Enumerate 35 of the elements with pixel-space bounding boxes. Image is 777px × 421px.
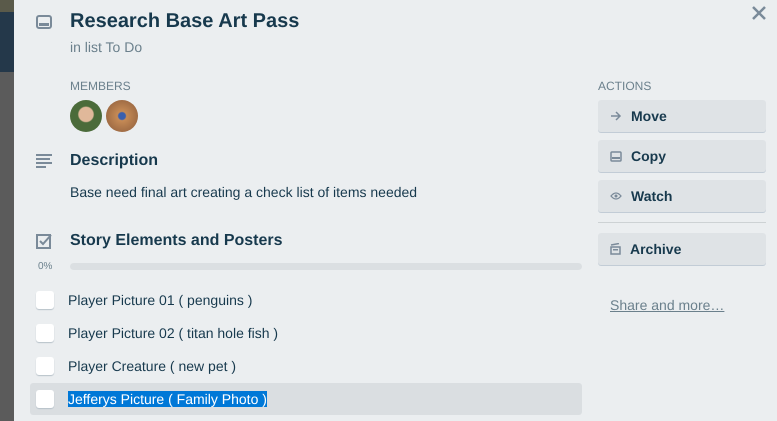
share-link[interactable]: Share and more… [610, 297, 724, 313]
description-heading: Description [70, 152, 158, 170]
progress-percent: 0% [38, 261, 53, 272]
card-icon [610, 150, 622, 162]
checkbox[interactable] [36, 390, 54, 408]
eye-icon [610, 192, 622, 200]
arrow-right-icon [610, 111, 622, 121]
avatar[interactable] [106, 100, 138, 132]
checkbox[interactable] [36, 357, 54, 375]
avatar[interactable] [70, 100, 102, 132]
checklist-item-label: Player Picture 02 ( titan hole fish ) [68, 325, 278, 341]
card-title: Research Base Art Pass [70, 10, 300, 33]
checkbox[interactable] [36, 291, 54, 309]
actions-label: ACTIONS [598, 79, 652, 93]
move-button[interactable]: Move [598, 100, 766, 132]
checklist-item[interactable]: Player Picture 02 ( titan hole fish ) [30, 317, 582, 349]
checklist-item[interactable]: Player Picture 01 ( penguins ) [30, 284, 582, 316]
members-label: MEMBERS [70, 79, 132, 93]
checklist-item-label: Player Creature ( new pet ) [68, 358, 236, 374]
checklist-item[interactable]: Jefferys Picture ( Family Photo ) [30, 383, 582, 415]
list-info: in list To Do [70, 39, 144, 55]
archive-button[interactable]: Archive [598, 233, 766, 265]
watch-button[interactable]: Watch [598, 180, 766, 212]
checklist-item-label: Jefferys Picture ( Family Photo ) [68, 391, 267, 407]
checklist-item[interactable]: Player Creature ( new pet ) [30, 350, 582, 382]
archive-box-icon [610, 243, 621, 255]
card-icon [36, 14, 52, 28]
checklist-title: Story Elements and Posters [70, 232, 283, 250]
description-lines-icon [36, 154, 52, 168]
checkbox[interactable] [36, 324, 54, 342]
copy-button[interactable]: Copy [598, 140, 766, 172]
close-icon[interactable] [751, 5, 767, 21]
checklist-icon [36, 233, 52, 249]
checklist-item-label: Player Picture 01 ( penguins ) [68, 292, 252, 308]
description-text: Base need final art creating a check list of items needed [70, 184, 418, 200]
